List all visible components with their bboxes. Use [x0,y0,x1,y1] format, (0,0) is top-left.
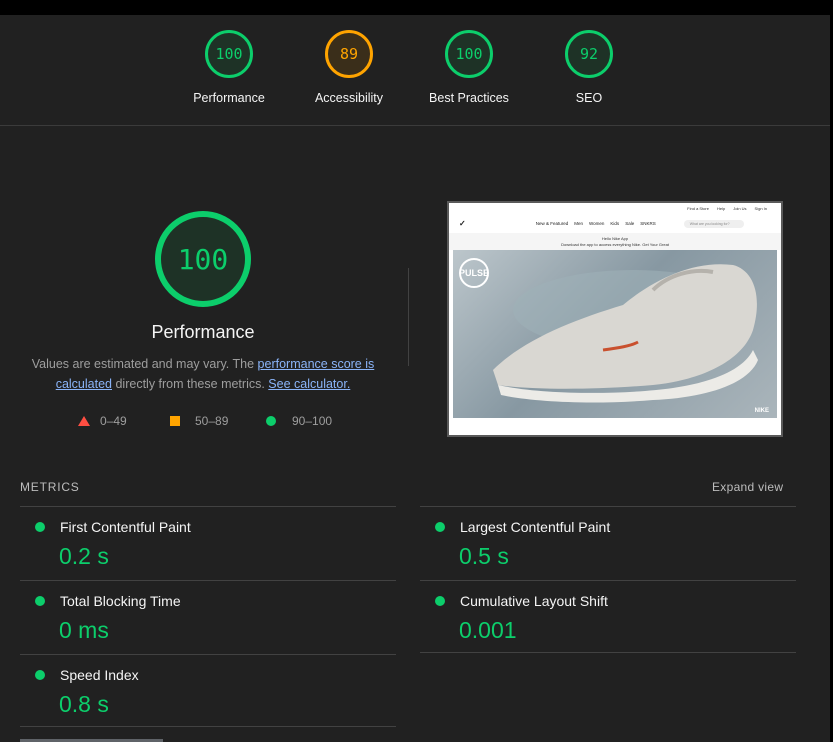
vertical-divider [408,268,409,366]
menu-item: Men [574,221,583,226]
pass-icon [35,522,45,532]
gauge-seo[interactable]: 92 SEO [534,30,644,105]
top-link: Sign In [754,206,767,211]
gauge-score: 89 [325,30,373,78]
gauge-score: 92 [565,30,613,78]
desc-text: directly from these metrics. [112,377,269,391]
menu-item: Women [588,221,605,226]
legend-label: 90–100 [292,414,333,428]
gauge-label: Performance [193,91,265,105]
pass-icon [35,596,45,606]
top-link: Help [716,206,726,211]
menu-item: SNKRS [640,221,656,226]
gauge-score: 100 [445,30,493,78]
menu-item: Kids [610,221,620,226]
performance-title: Performance [151,322,255,342]
metric-name: Largest Contentful Paint [460,519,611,535]
screenshot-menu: New & Featured Men Women Kids Sale SNKRS [536,221,656,226]
screenshot-nav: ✓ New & Featured Men Women Kids Sale SNK… [449,214,781,233]
hero-footer: NIKE [754,408,769,414]
metric-value: 0.2 s [59,543,109,569]
triangle-icon [78,416,90,426]
menu-item: Sale [625,221,635,226]
metric-name: First Contentful Paint [60,519,191,535]
pass-icon [35,670,45,680]
metric-si: Speed Index 0.8 s [20,654,396,728]
legend-label: 0–49 [100,414,127,428]
metric-value: 0.8 s [59,691,109,717]
hero-image: PULSE NIKE [453,250,777,418]
desc-text: Values are estimated and may vary. The [31,357,258,371]
metrics-divider [20,726,396,727]
nike-logo-icon: ✓ [459,219,466,228]
calculator-link[interactable]: See calculator. [268,377,350,391]
metrics-divider [420,652,796,653]
metric-fcp: First Contentful Paint 0.2 s [20,506,396,580]
metric-value: 0.001 [459,617,517,643]
category-gauges: 100 Performance 89 Accessibility 100 Bes… [0,15,830,126]
top-link: Join Us [733,206,747,211]
metric-lcp: Largest Contentful Paint 0.5 s [420,506,796,580]
metric-name: Total Blocking Time [60,593,181,609]
performance-description: Values are estimated and may vary. The p… [28,354,378,394]
metric-value: 0.5 s [459,543,509,569]
metric-tbt: Total Blocking Time 0 ms [20,580,396,654]
pass-icon [435,522,445,532]
legend-label: 50–89 [195,414,229,428]
final-screenshot[interactable]: Find a Store Help Join Us Sign In ✓ New … [447,201,783,437]
metric-cls: Cumulative Layout Shift 0.001 [420,580,796,654]
screenshot-top-links: Find a Store Help Join Us Sign In [449,203,781,214]
metric-name: Speed Index [60,667,139,683]
sneaker-image [493,264,758,403]
promo-line: Download the app to access everything Ni… [561,242,669,247]
screenshot-promo: Hello Nike App Download the app to acces… [449,233,781,250]
gauge-best-practices[interactable]: 100 Best Practices [414,30,524,105]
legend-fail: 0–49 [78,414,127,428]
gauge-performance[interactable]: 100 Performance [174,30,284,105]
legend-average: 50–89 [170,414,228,428]
metric-value: 0 ms [59,617,109,643]
top-bar [0,0,833,15]
pulse-badge: PULSE [459,258,489,288]
gauge-label: Best Practices [429,91,509,105]
pass-icon [435,596,445,606]
gauge-accessibility[interactable]: 89 Accessibility [294,30,404,105]
square-icon [170,416,180,426]
circle-icon [266,416,276,426]
gauge-label: SEO [575,91,603,105]
menu-item: New & Featured [535,221,569,226]
gauge-label: Accessibility [314,91,384,105]
metrics-title: METRICS [20,480,80,494]
expand-view-button[interactable]: Expand view [712,480,783,494]
top-link: Find a Store [687,206,709,211]
legend-pass: 90–100 [266,414,332,428]
screenshot-search: What are you looking for? [683,219,744,228]
gauge-score: 100 [205,30,253,78]
metric-name: Cumulative Layout Shift [460,593,608,609]
performance-gauge: 100 [155,211,251,307]
